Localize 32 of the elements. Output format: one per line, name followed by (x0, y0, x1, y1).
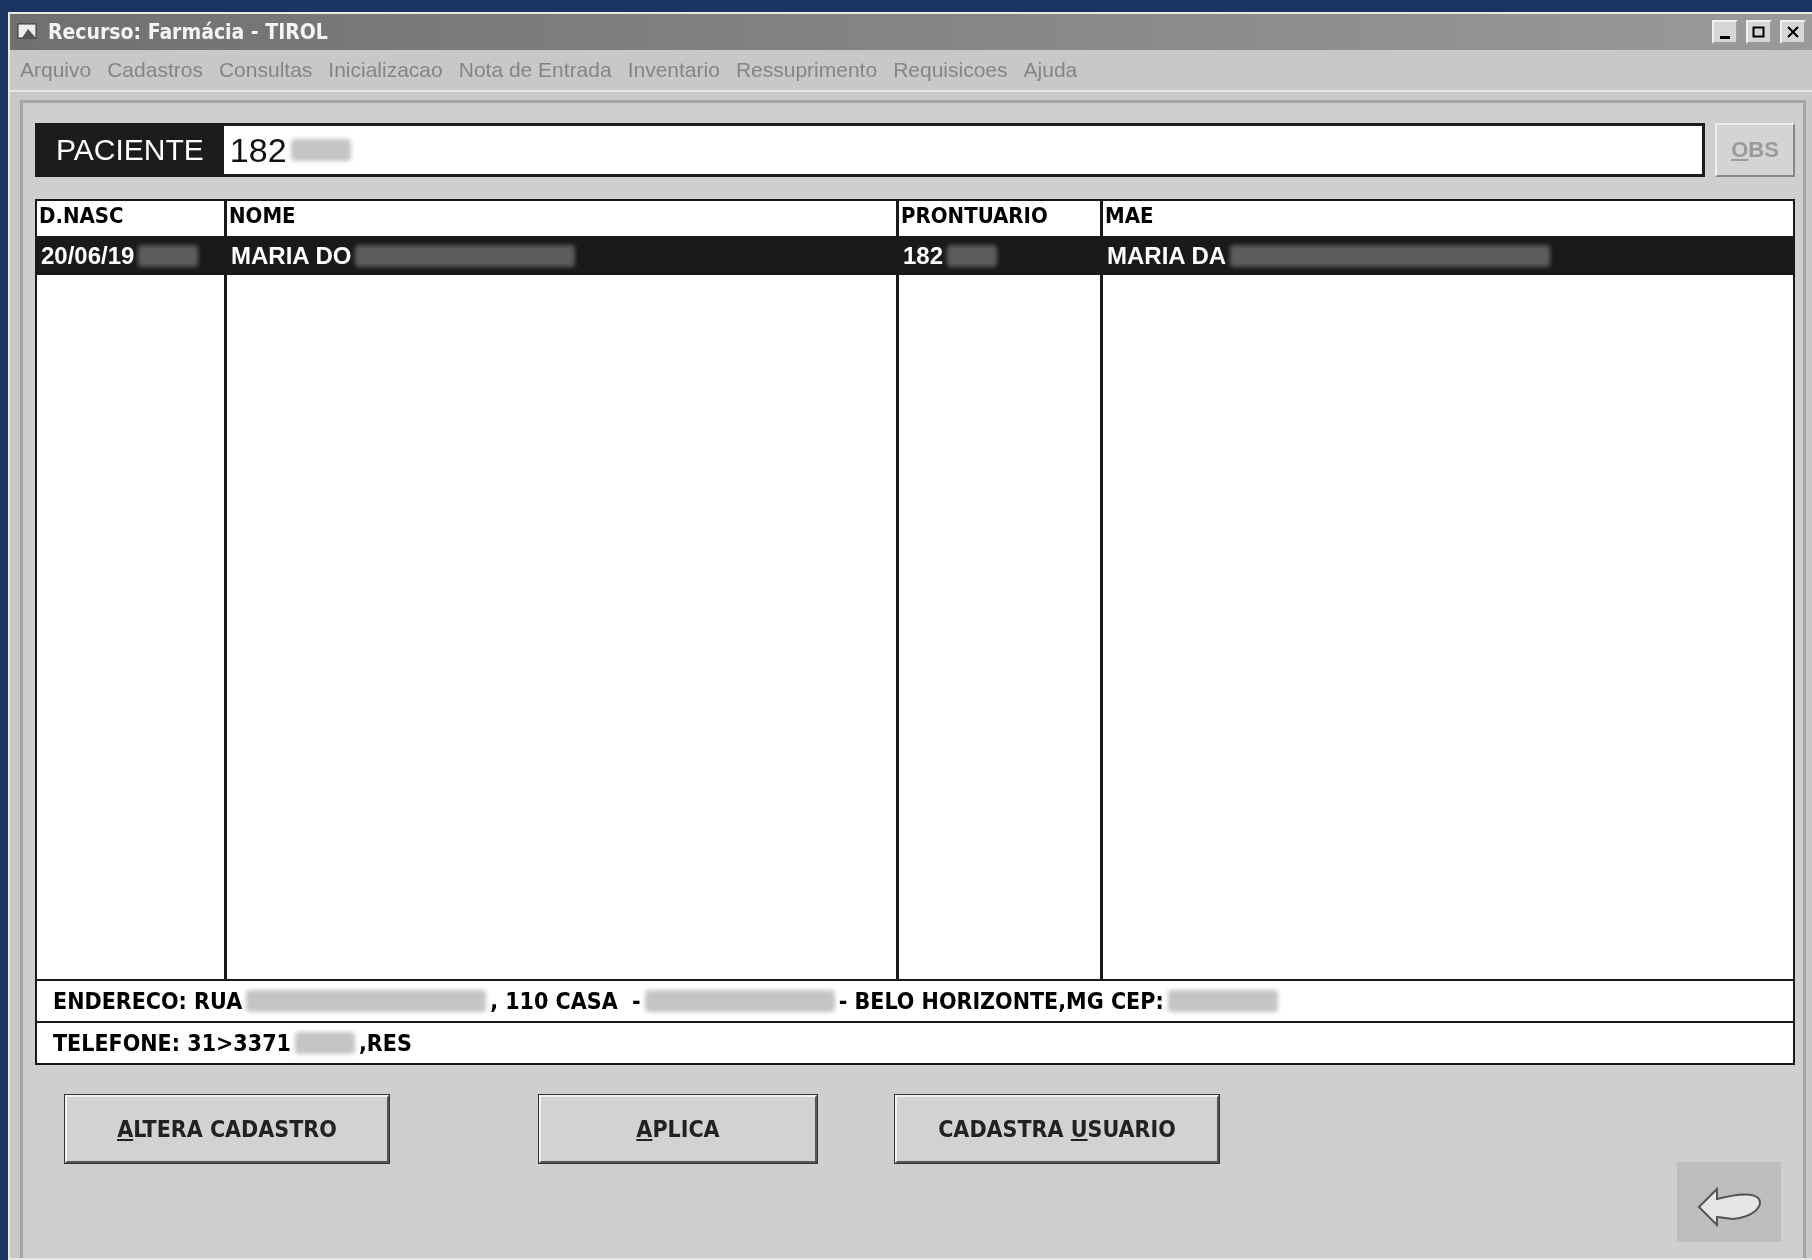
maximize-icon (1752, 26, 1766, 38)
close-button[interactable] (1780, 20, 1806, 44)
table-cell[interactable]: MARIA DA (1103, 239, 1793, 275)
patient-value: 182 (228, 130, 287, 170)
maximize-button[interactable] (1746, 20, 1772, 44)
address-text: , 110 CASA - (490, 988, 641, 1014)
menu-item[interactable]: Ajuda (1019, 58, 1090, 82)
menu-item[interactable]: Inicializacao (324, 58, 455, 82)
menu-item[interactable]: Inventario (623, 58, 732, 82)
patient-label: PACIENTE (38, 126, 224, 174)
menu-item[interactable]: Cadastros (103, 58, 215, 82)
menu-item[interactable]: Ressuprimento (731, 58, 890, 82)
minimize-icon (1720, 35, 1730, 39)
action-button[interactable]: CADASTRA USUARIO (895, 1095, 1219, 1163)
menu-item[interactable]: Consultas (214, 58, 325, 82)
patient-field[interactable]: PACIENTE 182 (35, 123, 1705, 177)
table-cell[interactable]: 20/06/19 (37, 239, 227, 275)
action-button[interactable]: APLICA (539, 1095, 817, 1163)
action-button[interactable]: ALTERA CADASTRO (65, 1095, 389, 1163)
address-text: - BELO HORIZONTE,MG CEP: (838, 988, 1164, 1014)
back-button[interactable] (1677, 1162, 1781, 1242)
close-icon (1786, 26, 1800, 38)
address-text: ENDERECO: RUA (53, 988, 243, 1014)
menu-item[interactable]: Arquivo (16, 58, 104, 82)
menu-item[interactable]: Nota de Entrada (454, 58, 624, 82)
phone-text: ,RES (358, 1030, 412, 1056)
phone-text: TELEFONE: 31>3371 (53, 1030, 291, 1056)
menu-item[interactable]: Requisicoes (889, 58, 1020, 82)
minimize-button[interactable] (1712, 20, 1738, 44)
table-cell[interactable]: MARIA DO (227, 239, 899, 275)
window-title: Recurso: Farmácia - TIROL (48, 20, 329, 44)
table-cell[interactable]: 182 (899, 239, 1103, 275)
